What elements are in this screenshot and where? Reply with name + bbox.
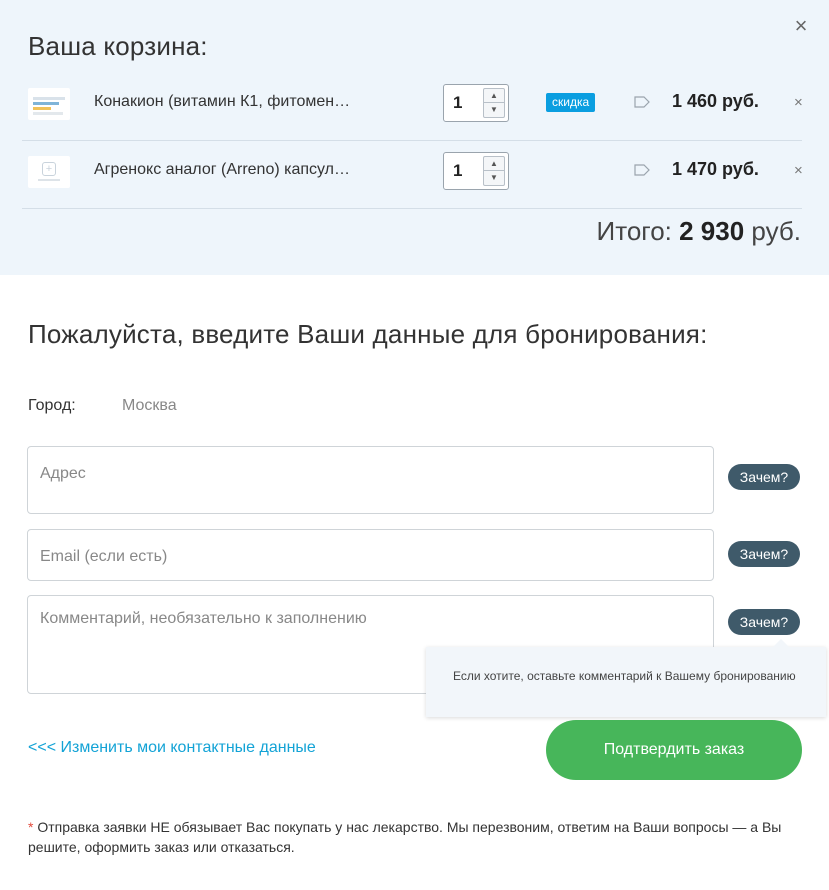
cart-item-price: 1 460 руб. bbox=[672, 91, 759, 111]
quantity-spinner[interactable]: ▲ ▼ bbox=[483, 88, 505, 118]
arrow-up-icon[interactable]: ▲ bbox=[484, 157, 504, 171]
total-currency: руб. bbox=[751, 216, 801, 246]
remove-item-icon[interactable]: × bbox=[794, 94, 803, 111]
product-thumbnail[interactable] bbox=[28, 88, 70, 120]
arrow-down-icon[interactable]: ▼ bbox=[484, 171, 504, 185]
quantity-spinner[interactable]: ▲ ▼ bbox=[483, 156, 505, 186]
product-thumbnail[interactable]: + bbox=[28, 156, 70, 188]
change-contact-link[interactable]: <<< Изменить мои контактные данные bbox=[28, 739, 316, 757]
disclaimer-note: * Отправка заявки НЕ обязывает Вас покуп… bbox=[28, 817, 808, 857]
cart-item-name[interactable]: Агренокс аналог (Arreno) капсул… bbox=[94, 161, 414, 179]
cart-item-price: 1 470 руб. bbox=[672, 159, 759, 179]
why-button-address[interactable]: Зачем? bbox=[728, 464, 800, 490]
total-label: Итого: bbox=[596, 216, 672, 246]
cart-title: Ваша корзина: bbox=[28, 31, 208, 61]
close-icon[interactable]: × bbox=[789, 14, 813, 38]
address-placeholder: Адрес bbox=[40, 465, 86, 482]
why-button-comment[interactable]: Зачем? bbox=[728, 609, 800, 635]
total-amount: 2 930 bbox=[679, 216, 745, 246]
email-field[interactable]: Email (если есть) bbox=[27, 529, 714, 581]
city-label: Город: bbox=[28, 397, 76, 414]
comment-placeholder: Комментарий, необязательно к заполнению bbox=[40, 610, 367, 627]
remove-item-icon[interactable]: × bbox=[794, 162, 803, 179]
quantity-value[interactable]: 1 bbox=[453, 93, 462, 113]
tooltip-text: Если хотите, оставьте комментарий к Ваше… bbox=[453, 669, 796, 683]
cart-total: Итого: 2 930 руб. bbox=[597, 216, 801, 247]
price-tag-icon bbox=[634, 96, 650, 108]
note-text: Отправка заявки НЕ обязывает Вас покупат… bbox=[28, 819, 782, 855]
cart-item: Конакион (витамин К1, фитомен… 1 ▲ ▼ ски… bbox=[22, 72, 803, 136]
booking-title: Пожалуйста, введите Ваши данные для брон… bbox=[28, 319, 708, 349]
arrow-up-icon[interactable]: ▲ bbox=[484, 89, 504, 103]
why-button-email[interactable]: Зачем? bbox=[728, 541, 800, 567]
comment-tooltip: Если хотите, оставьте комментарий к Ваше… bbox=[426, 639, 826, 717]
arrow-down-icon[interactable]: ▼ bbox=[484, 103, 504, 117]
confirm-order-button[interactable]: Подтвердить заказ bbox=[546, 720, 802, 780]
cart-item-name[interactable]: Конакион (витамин К1, фитомен… bbox=[94, 93, 414, 111]
quantity-stepper[interactable]: 1 ▲ ▼ bbox=[443, 152, 509, 190]
quantity-value[interactable]: 1 bbox=[453, 161, 462, 181]
quantity-stepper[interactable]: 1 ▲ ▼ bbox=[443, 84, 509, 122]
email-placeholder: Email (если есть) bbox=[40, 548, 168, 565]
cart-item: + Агренокс аналог (Arreno) капсул… 1 ▲ ▼… bbox=[22, 140, 803, 204]
address-field[interactable]: Адрес bbox=[27, 446, 714, 514]
discount-badge: скидка bbox=[546, 93, 596, 112]
cart-panel: × Ваша корзина: Конакион (витамин К1, фи… bbox=[0, 0, 829, 275]
divider bbox=[22, 208, 802, 209]
price-tag-icon bbox=[634, 164, 650, 176]
tooltip-arrow bbox=[773, 639, 789, 647]
city-value[interactable]: Москва bbox=[122, 397, 177, 415]
